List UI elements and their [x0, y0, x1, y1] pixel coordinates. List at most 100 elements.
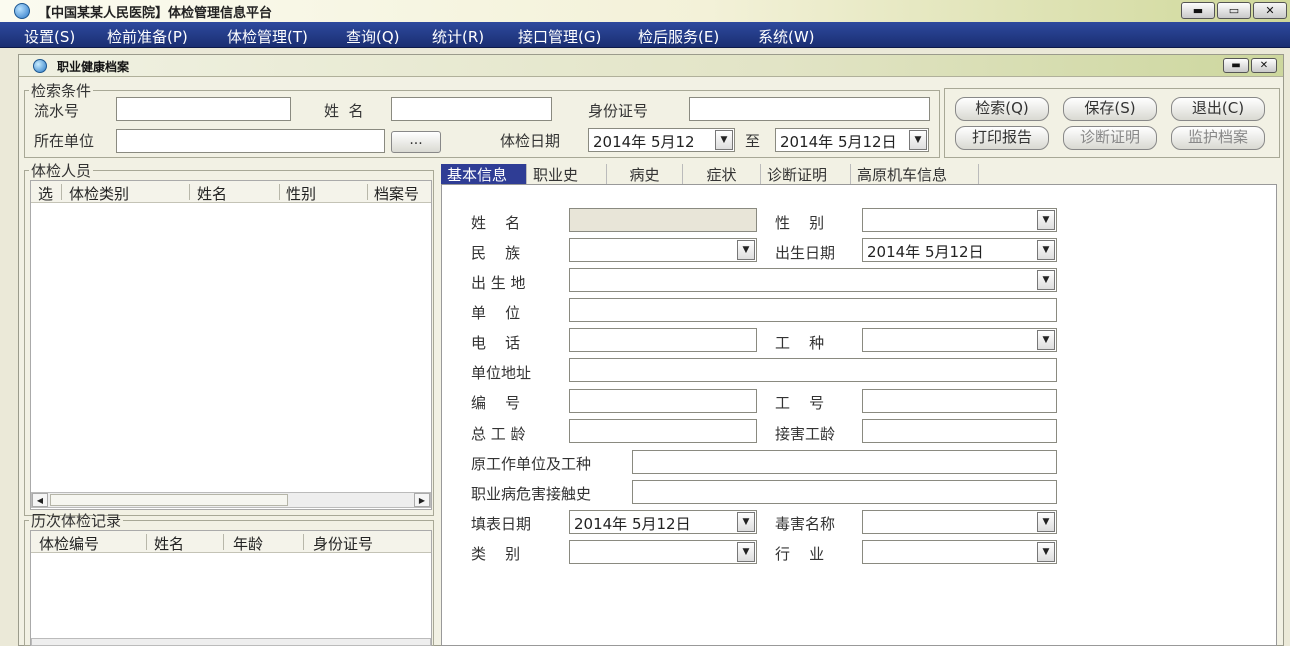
form-prev-job-input[interactable]	[632, 450, 1057, 474]
history-grid-header: 体检编号 姓名 年龄 身份证号	[31, 531, 431, 553]
form-phone-input[interactable]	[569, 328, 757, 352]
col-history-name[interactable]: 姓名	[154, 533, 184, 554]
name-search-input[interactable]	[391, 97, 552, 121]
monitoring-record-button[interactable]: 监护档案	[1171, 126, 1265, 150]
id-label: 身份证号	[588, 102, 649, 120]
scroll-thumb[interactable]	[50, 494, 288, 506]
id-input[interactable]	[689, 97, 930, 121]
form-phone-label: 电 话	[471, 334, 521, 352]
chevron-down-icon[interactable]: ▼	[1037, 512, 1055, 532]
tab-symptoms[interactable]: 症状	[683, 164, 761, 184]
date-from-picker[interactable]: 2014年 5月12 ▼	[588, 128, 735, 152]
form-ethnicity-label: 民 族	[471, 244, 521, 262]
menu-post-exam[interactable]: 检后服务(E)	[638, 26, 719, 47]
form-fill-date-picker[interactable]: 2014年 5月12日 ▼	[569, 510, 757, 534]
history-hscroll[interactable]	[31, 638, 431, 646]
form-unit-input[interactable]	[569, 298, 1057, 322]
company-browse-button[interactable]: ...	[391, 131, 441, 153]
form-unit-address-label: 单位地址	[471, 364, 532, 382]
menu-pre-exam[interactable]: 检前准备(P)	[107, 26, 188, 47]
form-industry-select[interactable]: ▼	[862, 540, 1057, 564]
form-hazard-history-input[interactable]	[632, 480, 1057, 504]
menu-settings[interactable]: 设置(S)	[24, 26, 75, 47]
chevron-down-icon[interactable]: ▼	[737, 512, 755, 532]
restore-button[interactable]: ▭	[1217, 2, 1251, 19]
col-exam-type[interactable]: 体检类别	[69, 183, 129, 204]
company-input[interactable]	[116, 129, 385, 153]
col-id-number[interactable]: 身份证号	[313, 533, 373, 554]
inner-close-button[interactable]: ✕	[1251, 58, 1277, 73]
form-number-label: 编 号	[471, 394, 521, 412]
examinees-hscroll[interactable]: ◀ ▶	[31, 492, 431, 508]
chevron-down-icon[interactable]: ▼	[1037, 330, 1055, 350]
tab-diagnosis[interactable]: 诊断证明	[761, 164, 851, 184]
save-button[interactable]: 保存(S)	[1063, 97, 1157, 121]
scroll-left-icon[interactable]: ◀	[32, 493, 48, 507]
date-to-picker[interactable]: 2014年 5月12日 ▼	[775, 128, 929, 152]
scroll-right-icon[interactable]: ▶	[414, 493, 430, 507]
close-button[interactable]: ✕	[1253, 2, 1287, 19]
form-gender-select[interactable]: ▼	[862, 208, 1057, 232]
chevron-down-icon[interactable]: ▼	[715, 130, 733, 150]
chevron-down-icon[interactable]: ▼	[1037, 542, 1055, 562]
date-from-value: 2014年 5月12	[593, 133, 695, 151]
menu-bar: 设置(S) 检前准备(P) 体检管理(T) 查询(Q) 统计(R) 接口管理(G…	[0, 22, 1290, 48]
form-toxin-select[interactable]: ▼	[862, 510, 1057, 534]
menu-statistics[interactable]: 统计(R)	[432, 26, 484, 47]
form-exposure-years-input[interactable]	[862, 419, 1057, 443]
tab-medical-history[interactable]: 病史	[607, 164, 683, 184]
col-record-no[interactable]: 档案号	[374, 183, 419, 204]
menu-exam-management[interactable]: 体检管理(T)	[227, 26, 308, 47]
inner-minimize-button[interactable]: ▬	[1223, 58, 1249, 73]
search-criteria-legend: 检索条件	[31, 82, 92, 100]
window-icon	[33, 59, 47, 73]
form-category-label: 类 别	[471, 545, 521, 563]
app-icon	[14, 3, 30, 19]
form-work-no-label: 工 号	[775, 394, 825, 412]
form-unit-address-input[interactable]	[569, 358, 1057, 382]
exit-button[interactable]: 退出(C)	[1171, 97, 1265, 121]
tab-plateau-locomotive[interactable]: 高原机车信息	[851, 164, 979, 184]
chevron-down-icon[interactable]: ▼	[1037, 210, 1055, 230]
date-to-value: 2014年 5月12日	[780, 133, 897, 151]
col-name[interactable]: 姓名	[197, 183, 227, 204]
col-select[interactable]: 选	[38, 183, 53, 204]
chevron-down-icon[interactable]: ▼	[1037, 270, 1055, 290]
form-work-no-input[interactable]	[862, 389, 1057, 413]
chevron-down-icon[interactable]: ▼	[909, 130, 927, 150]
form-ethnicity-select[interactable]: ▼	[569, 238, 757, 262]
tab-basic-info[interactable]: 基本信息	[441, 164, 527, 184]
chevron-down-icon[interactable]: ▼	[737, 542, 755, 562]
window-controls: ▬ ▭ ✕	[1181, 2, 1287, 19]
col-age[interactable]: 年龄	[233, 533, 263, 554]
col-exam-no[interactable]: 体检编号	[39, 533, 99, 554]
form-industry-label: 行 业	[775, 545, 825, 563]
chevron-down-icon[interactable]: ▼	[737, 240, 755, 260]
diagnosis-certificate-button[interactable]: 诊断证明	[1063, 126, 1157, 150]
inner-title: 职业健康档案	[57, 60, 130, 74]
examinees-grid[interactable]	[30, 180, 432, 510]
form-total-years-input[interactable]	[569, 419, 757, 443]
form-toxin-label: 毒害名称	[775, 515, 836, 533]
menu-interface[interactable]: 接口管理(G)	[518, 26, 601, 47]
form-number-input[interactable]	[569, 389, 757, 413]
minimize-button[interactable]: ▬	[1181, 2, 1215, 19]
chevron-down-icon[interactable]: ▼	[1037, 240, 1055, 260]
col-gender[interactable]: 性别	[286, 183, 316, 204]
form-exposure-years-label: 接害工龄	[775, 425, 836, 443]
serial-input[interactable]	[116, 97, 291, 121]
form-job-type-label: 工 种	[775, 334, 825, 352]
app-title: 【中国某某人民医院】体检管理信息平台	[38, 6, 273, 21]
form-birthdate-picker[interactable]: 2014年 5月12日 ▼	[862, 238, 1057, 262]
date-to-label: 至	[745, 132, 761, 150]
form-category-select[interactable]: ▼	[569, 540, 757, 564]
company-label: 所在单位	[34, 132, 95, 150]
menu-system[interactable]: 系统(W)	[758, 26, 815, 47]
print-report-button[interactable]: 打印报告	[955, 126, 1049, 150]
form-job-type-select[interactable]: ▼	[862, 328, 1057, 352]
form-name-input[interactable]	[569, 208, 757, 232]
menu-query[interactable]: 查询(Q)	[346, 26, 400, 47]
tab-occupation-history[interactable]: 职业史	[527, 164, 607, 184]
search-button[interactable]: 检索(Q)	[955, 97, 1049, 121]
form-birthplace-select[interactable]: ▼	[569, 268, 1057, 292]
